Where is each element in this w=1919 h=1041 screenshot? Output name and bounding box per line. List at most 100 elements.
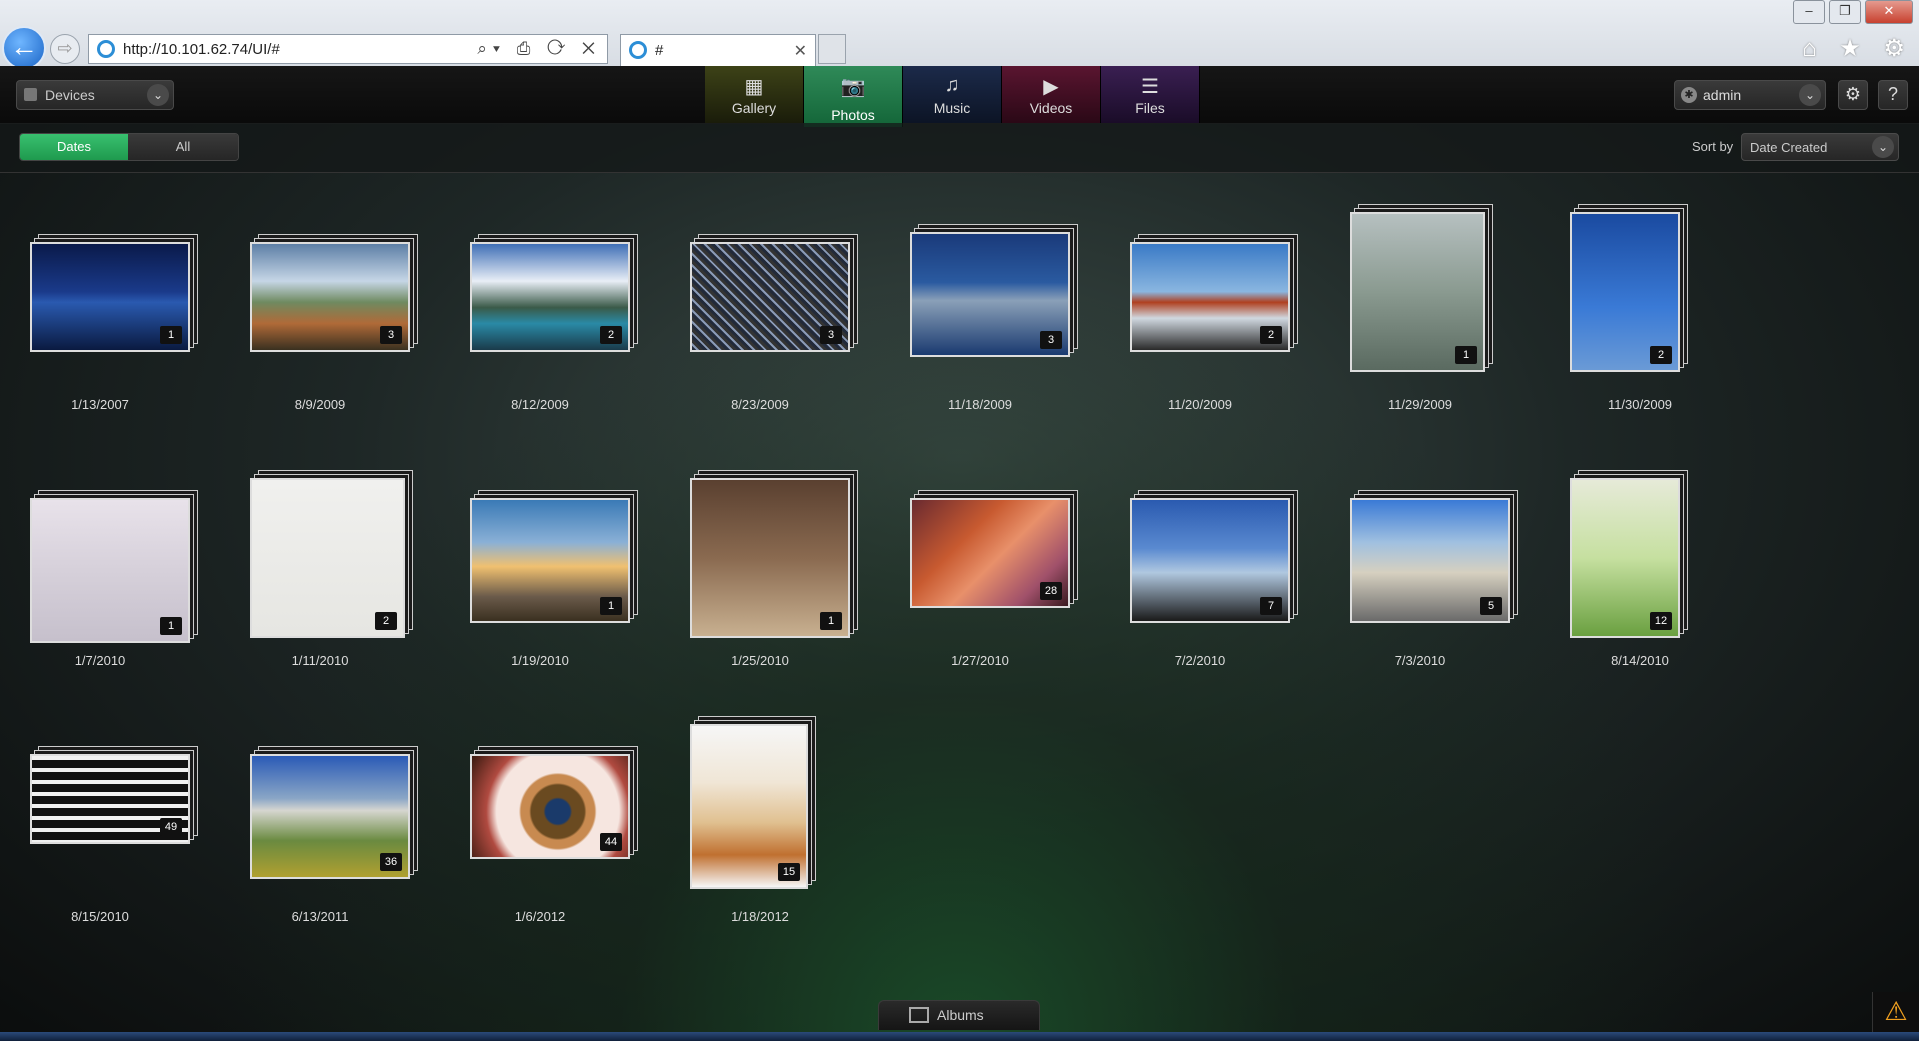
- album-thumbnail[interactable]: 12: [1570, 478, 1680, 638]
- tab-music[interactable]: ♫ Music: [903, 66, 1002, 123]
- address-tools[interactable]: ⌕▾ ⎙ ⟳ ✕: [477, 39, 601, 59]
- segment-all[interactable]: All: [128, 134, 238, 160]
- album-item[interactable]: 15 1/18/2012: [660, 684, 860, 924]
- sort-value: Date Created: [1750, 140, 1828, 155]
- album-thumbnail[interactable]: 1: [30, 498, 190, 643]
- tab-photos-label: Photos: [831, 107, 875, 123]
- album-thumbnail[interactable]: 1: [1350, 212, 1485, 372]
- sub-toolbar: Dates All Sort by Date Created ⌄: [0, 123, 1919, 173]
- chevron-down-icon: ⌄: [1799, 84, 1821, 106]
- segment-dates[interactable]: Dates: [20, 134, 128, 160]
- album-thumbnail[interactable]: 3: [910, 232, 1070, 357]
- address-bar[interactable]: http://10.101.62.74/UI/# ⌕▾ ⎙ ⟳ ✕: [88, 34, 608, 64]
- device-icon: [24, 88, 37, 101]
- tab-videos[interactable]: ▶ Videos: [1002, 66, 1101, 123]
- tab-title: #: [655, 42, 664, 59]
- user-dropdown[interactable]: ✱ admin ⌄: [1674, 80, 1826, 110]
- photo-grid: 1 1/13/2007 3 8/9/2009 2 8/12/2009 3 8/23/2009 3…: [0, 172, 1919, 992]
- alert-button[interactable]: ⚠: [1872, 992, 1919, 1032]
- album-item[interactable]: 2 8/12/2009: [440, 172, 640, 412]
- albums-button[interactable]: Albums: [878, 1000, 1040, 1030]
- album-thumbnail[interactable]: 3: [250, 242, 410, 352]
- album-thumbnail[interactable]: 1: [470, 498, 630, 623]
- album-thumbnail[interactable]: 7: [1130, 498, 1290, 623]
- browser-tab[interactable]: # ✕: [620, 34, 816, 66]
- tab-close-icon[interactable]: ✕: [794, 41, 807, 61]
- maximize-button[interactable]: ❐: [1829, 0, 1861, 24]
- photo-count-badge: 3: [1040, 331, 1062, 349]
- help-icon: ?: [1887, 84, 1898, 104]
- tab-gallery[interactable]: ▦ Gallery: [705, 66, 804, 123]
- album-date-label: 1/13/2007: [71, 397, 129, 412]
- window-controls: – ❐ ✕: [1793, 0, 1913, 24]
- gallery-icon: ▦: [744, 76, 764, 98]
- warning-icon: ⚠: [1884, 996, 1908, 1026]
- browser-toolbar-icons[interactable]: ⌂ ★ ⚙: [1802, 34, 1913, 63]
- album-thumbnail[interactable]: 36: [250, 754, 410, 879]
- album-item[interactable]: 7 7/2/2010: [1100, 428, 1300, 668]
- album-date-label: 1/7/2010: [74, 653, 126, 668]
- album-date-label: 1/18/2012: [731, 909, 789, 924]
- photo-count-badge: 2: [375, 612, 397, 630]
- album-thumbnail[interactable]: 28: [910, 498, 1070, 608]
- nav-tabs: ▦ Gallery 📷 Photos ♫ Music ▶ Videos ☰ Fi…: [705, 66, 1200, 127]
- forward-button[interactable]: ⇨: [50, 34, 80, 64]
- album-item[interactable]: 2 11/30/2009: [1540, 172, 1740, 412]
- album-item[interactable]: 36 6/13/2011: [220, 684, 420, 924]
- album-thumbnail[interactable]: 15: [690, 724, 808, 889]
- photo-count-badge: 1: [820, 612, 842, 630]
- sort-dropdown[interactable]: Date Created ⌄: [1741, 133, 1899, 161]
- tab-music-label: Music: [933, 100, 971, 116]
- album-item[interactable]: 1 1/13/2007: [0, 172, 200, 412]
- album-thumbnail[interactable]: 2: [1570, 212, 1680, 372]
- devices-dropdown[interactable]: Devices ⌄: [16, 80, 174, 110]
- album-item[interactable]: 3 8/9/2009: [220, 172, 420, 412]
- back-button[interactable]: ←: [2, 26, 46, 70]
- tab-photos[interactable]: 📷 Photos: [804, 66, 903, 127]
- album-date-label: 8/14/2010: [1611, 653, 1669, 668]
- photo-count-badge: 2: [1260, 326, 1282, 344]
- album-item[interactable]: 2 11/20/2009: [1100, 172, 1300, 412]
- album-item[interactable]: 3 8/23/2009: [660, 172, 860, 412]
- album-thumbnail[interactable]: 2: [470, 242, 630, 352]
- album-thumbnail[interactable]: 5: [1350, 498, 1510, 623]
- album-date-label: 8/12/2009: [511, 397, 569, 412]
- album-item[interactable]: 49 8/15/2010: [0, 684, 200, 924]
- photo-count-badge: 49: [160, 818, 182, 836]
- album-item[interactable]: 3 11/18/2009: [880, 172, 1080, 412]
- album-icon: [909, 1007, 929, 1023]
- album-item[interactable]: 5 7/3/2010: [1320, 428, 1520, 668]
- album-item[interactable]: 1 11/29/2009: [1320, 172, 1520, 412]
- photo-count-badge: 36: [380, 853, 402, 871]
- tab-files[interactable]: ☰ Files: [1101, 66, 1200, 123]
- url-text: http://10.101.62.74/UI/#: [123, 41, 280, 58]
- album-thumbnail[interactable]: 1: [30, 242, 190, 352]
- album-thumbnail[interactable]: 2: [1130, 242, 1290, 352]
- album-item[interactable]: 12 8/14/2010: [1540, 428, 1740, 668]
- taskbar: [0, 1032, 1919, 1041]
- tab-videos-label: Videos: [1029, 100, 1073, 116]
- help-button[interactable]: ?: [1878, 80, 1908, 110]
- album-thumbnail[interactable]: 49: [30, 754, 190, 844]
- new-tab-button[interactable]: [818, 34, 846, 64]
- album-item[interactable]: 1 1/25/2010: [660, 428, 860, 668]
- settings-button[interactable]: ⚙: [1838, 80, 1868, 110]
- album-date-label: 8/23/2009: [731, 397, 789, 412]
- gear-icon: ⚙: [1844, 84, 1862, 104]
- album-item[interactable]: 28 1/27/2010: [880, 428, 1080, 668]
- photo-count-badge: 5: [1480, 597, 1502, 615]
- album-item[interactable]: 44 1/6/2012: [440, 684, 640, 924]
- album-date-label: 1/27/2010: [951, 653, 1009, 668]
- window-close-button[interactable]: ✕: [1865, 0, 1913, 24]
- ie-icon: [97, 40, 115, 58]
- album-date-label: 1/11/2010: [291, 653, 349, 668]
- minimize-button[interactable]: –: [1793, 0, 1825, 24]
- album-item[interactable]: 1 1/19/2010: [440, 428, 640, 668]
- album-item[interactable]: 1 1/7/2010: [0, 428, 200, 668]
- album-thumbnail[interactable]: 2: [250, 478, 405, 638]
- album-thumbnail[interactable]: 3: [690, 242, 850, 352]
- album-date-label: 11/18/2009: [947, 397, 1013, 412]
- album-thumbnail[interactable]: 44: [470, 754, 630, 859]
- album-thumbnail[interactable]: 1: [690, 478, 850, 638]
- album-item[interactable]: 2 1/11/2010: [220, 428, 420, 668]
